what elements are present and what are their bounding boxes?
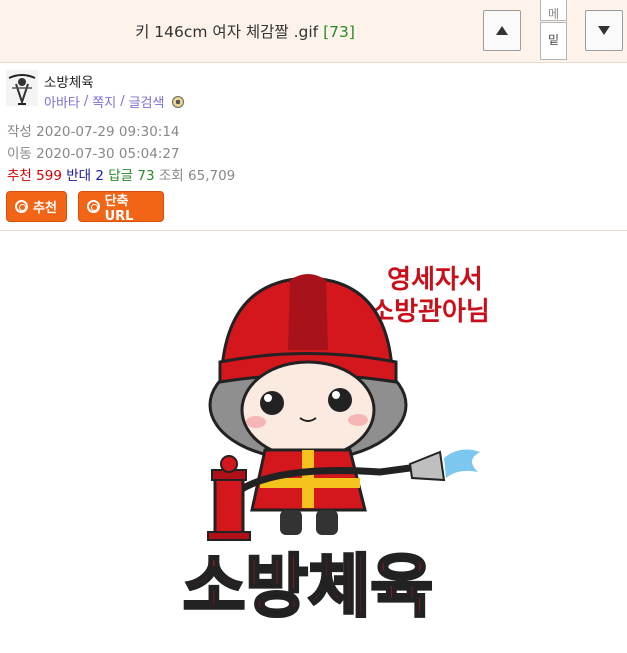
views-label: 조회 xyxy=(158,168,184,184)
mini-tab-top[interactable]: 메 xyxy=(540,0,567,21)
short-url-button[interactable]: 단축URL xyxy=(78,191,164,224)
recommend-button[interactable]: 추천 xyxy=(6,191,67,222)
created-line: 작성 2020-07-29 09:30:14 xyxy=(7,120,180,140)
oppose-label: 반대 xyxy=(66,168,92,184)
moved-line: 이동 2020-07-30 05:04:27 xyxy=(7,142,180,162)
circle-icon xyxy=(15,200,28,213)
sticker-caption-line2: 소방관아님 xyxy=(370,297,490,327)
moved-value: 2020-07-30 05:04:27 xyxy=(36,146,180,162)
author-name[interactable]: 소방체육 xyxy=(44,71,94,91)
short-url-button-label: 단축URL xyxy=(104,193,134,224)
divider xyxy=(0,230,627,231)
comment-count[interactable]: [73] xyxy=(323,23,355,41)
created-label: 작성 xyxy=(7,124,32,140)
stats-line: 추천 599 반대 2 답글 73 조회 65,709 xyxy=(7,164,235,184)
link-separator: / xyxy=(83,94,89,109)
firefighter-sticker-image: 영세자서 소방관아님 소방체육 xyxy=(181,263,491,629)
sticker-caption-line1: 영세자서 xyxy=(387,265,483,295)
scroll-up-button[interactable] xyxy=(483,10,521,51)
triangle-down-icon xyxy=(598,26,610,35)
oppose-count: 2 xyxy=(95,168,104,184)
post-search-link[interactable]: 글검색 xyxy=(129,92,165,111)
post-title: 키 146cm 여자 체감짤 .gif [73] xyxy=(0,20,490,42)
recommend-button-label: 추천 xyxy=(33,201,57,216)
post-header: 키 146cm 여자 체감짤 .gif [73] 메 밑 xyxy=(0,0,627,63)
link-separator: / xyxy=(120,94,125,109)
reply-count: 73 xyxy=(137,168,155,184)
recommend-label: 추천 xyxy=(7,168,32,184)
message-link[interactable]: 쪽지 xyxy=(92,92,116,111)
triangle-up-icon xyxy=(496,26,508,35)
reply-label: 답글 xyxy=(108,168,134,184)
post-title-text: 키 146cm 여자 체감짤 .gif xyxy=(135,23,319,41)
recommend-count: 599 xyxy=(36,168,62,184)
created-value: 2020-07-29 09:30:14 xyxy=(36,124,180,140)
views-count: 65,709 xyxy=(188,168,236,184)
scroll-down-button[interactable] xyxy=(585,10,623,51)
sticker-big-text: 소방체육 xyxy=(183,548,433,627)
level-badge-icon xyxy=(172,95,185,108)
avatar[interactable] xyxy=(6,70,38,106)
avatar-link[interactable]: 아바타 xyxy=(44,92,80,111)
mini-tab-bottom[interactable]: 밑 xyxy=(540,22,567,60)
moved-label: 이동 xyxy=(7,146,32,162)
circle-icon xyxy=(87,200,100,213)
author-links: 아바타 / 쪽지 / 글검색 xyxy=(44,92,185,111)
